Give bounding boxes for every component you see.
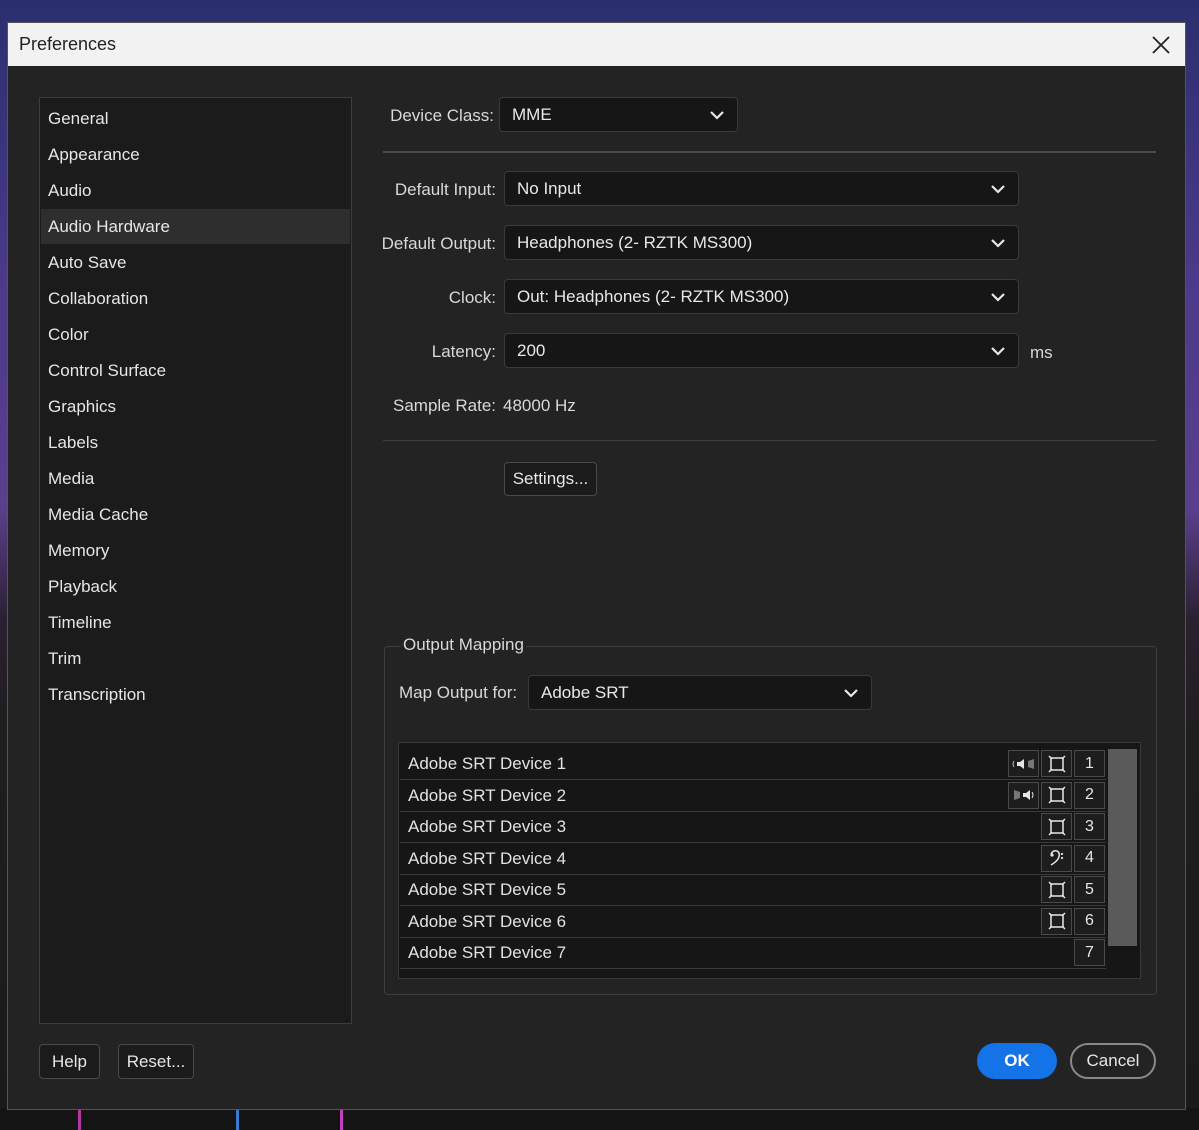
device-class-value: MME [512,104,552,124]
sample-rate-value: 48000 Hz [503,396,576,415]
timeline-strip [0,1108,1199,1130]
chevron-down-icon [991,238,1005,248]
channel-number[interactable]: 1 [1074,750,1105,777]
sidebar-item-collaboration[interactable]: Collaboration [41,281,350,316]
device-name: Adobe SRT Device 7 [408,943,567,962]
sidebar-item-media[interactable]: Media [41,461,350,496]
sidebar-item-control-surface[interactable]: Control Surface [41,353,350,388]
title-bar: Preferences [8,23,1185,66]
device-name: Adobe SRT Device 5 [408,880,567,899]
channel-box-icon[interactable] [1041,750,1072,777]
sidebar-item-appearance[interactable]: Appearance [41,137,350,172]
channel-box-icon[interactable] [1041,876,1072,903]
timeline-marker [340,1108,343,1130]
default-input-value: No Input [517,178,582,198]
channel-number[interactable]: 6 [1074,907,1105,935]
divider [383,440,1156,441]
device-name: Adobe SRT Device 3 [408,817,567,836]
mapping-row[interactable]: Adobe SRT Device 1 1 [400,749,1106,780]
timeline-marker [78,1108,81,1130]
help-button[interactable]: Help [39,1044,100,1079]
channel-box-icon[interactable] [1041,813,1072,840]
window-title: Preferences [19,34,117,54]
chevron-down-icon [710,110,724,120]
preferences-sidebar: General Appearance Audio Audio Hardware Auto… [39,97,352,1024]
channel-number[interactable]: 4 [1074,844,1105,872]
sidebar-item-memory[interactable]: Memory [41,533,350,568]
map-output-value: Adobe SRT [541,682,629,702]
channel-number[interactable]: 3 [1074,813,1105,840]
sidebar-item-color[interactable]: Color [41,317,350,352]
output-mapping-list: Adobe SRT Device 7 7 Adobe SRT Device 6 6 Ad… [398,742,1141,979]
bass-clef-icon[interactable] [1041,844,1072,872]
default-input-dropdown[interactable]: No Input [504,171,1019,206]
device-name: Adobe SRT Device 6 [408,911,567,931]
mapping-row[interactable]: Adobe SRT Device 2 2 [400,781,1106,812]
sidebar-item-transcription[interactable]: Transcription [41,677,350,712]
sidebar-item-general[interactable]: General [41,101,350,136]
chevron-down-icon [991,184,1005,194]
latency-dropdown[interactable]: 200 [504,333,1019,368]
map-output-dropdown[interactable]: Adobe SRT [528,675,872,710]
sidebar-item-audio-hardware[interactable]: Audio Hardware [41,209,350,244]
mapping-row[interactable]: Adobe SRT Device 3 3 [400,812,1106,843]
scrollbar-thumb[interactable] [1108,749,1137,946]
channel-box-icon[interactable] [1041,907,1072,935]
mapping-row[interactable]: Adobe SRT Device 4 4 [400,844,1106,875]
default-output-label: Default Output: [381,234,496,253]
channel-number[interactable]: 5 [1074,876,1105,903]
clock-value: Out: Headphones (2- RZTK MS300) [517,286,790,306]
ok-button[interactable]: OK [977,1043,1057,1079]
speaker-left-icon[interactable] [1008,750,1039,777]
close-icon [1152,36,1170,54]
settings-button[interactable]: Settings... [504,462,597,496]
default-input-label: Default Input: [394,180,496,199]
device-name: Adobe SRT Device 2 [408,785,567,805]
chevron-down-icon [991,346,1005,356]
sidebar-item-media-cache[interactable]: Media Cache [41,497,350,532]
output-mapping-title: Output Mapping [401,635,526,655]
chevron-down-icon [844,688,858,698]
default-output-value: Headphones (2- RZTK MS300) [517,232,753,252]
sidebar-item-audio[interactable]: Audio [41,173,350,208]
sidebar-item-auto-save[interactable]: Auto Save [41,245,350,280]
reset-button[interactable]: Reset... [118,1044,194,1079]
chevron-down-icon [991,292,1005,302]
device-name: Adobe SRT Device 4 [408,848,567,868]
default-output-dropdown[interactable]: Headphones (2- RZTK MS300) [504,225,1019,260]
sidebar-item-trim[interactable]: Trim [41,641,350,676]
sidebar-item-graphics[interactable]: Graphics [41,389,350,424]
device-class-label: Device Class: [390,106,494,125]
map-output-label: Map Output for: [399,683,518,702]
sample-rate-label: Sample Rate: [393,396,496,415]
speaker-right-icon[interactable] [1008,781,1039,809]
mapping-row[interactable]: Adobe SRT Device 6 6 [400,907,1106,938]
sidebar-item-timeline[interactable]: Timeline [41,605,350,640]
device-name: Adobe SRT Device 1 [408,754,567,773]
mapping-row[interactable]: Adobe SRT Device 5 5 [400,875,1106,906]
latency-value: 200 [517,340,546,360]
clock-label: Clock: [448,288,496,307]
cancel-button[interactable]: Cancel [1070,1043,1156,1079]
clock-dropdown[interactable]: Out: Headphones (2- RZTK MS300) [504,279,1019,314]
timeline-marker [236,1108,239,1130]
mapping-row[interactable]: Adobe SRT Device 7 7 [400,938,1106,969]
latency-label: Latency: [431,342,496,361]
device-class-dropdown[interactable]: MME [499,97,738,132]
divider [383,151,1156,153]
latency-unit: ms [1030,343,1053,362]
sidebar-item-playback[interactable]: Playback [41,569,350,604]
preferences-dialog: Preferences General Appearance Audio Audio … [7,22,1186,1110]
channel-box-icon[interactable] [1041,781,1072,809]
close-button[interactable] [1145,29,1177,61]
channel-number[interactable]: 7 [1074,939,1105,966]
channel-number[interactable]: 2 [1074,781,1105,809]
sidebar-item-labels[interactable]: Labels [41,425,350,460]
